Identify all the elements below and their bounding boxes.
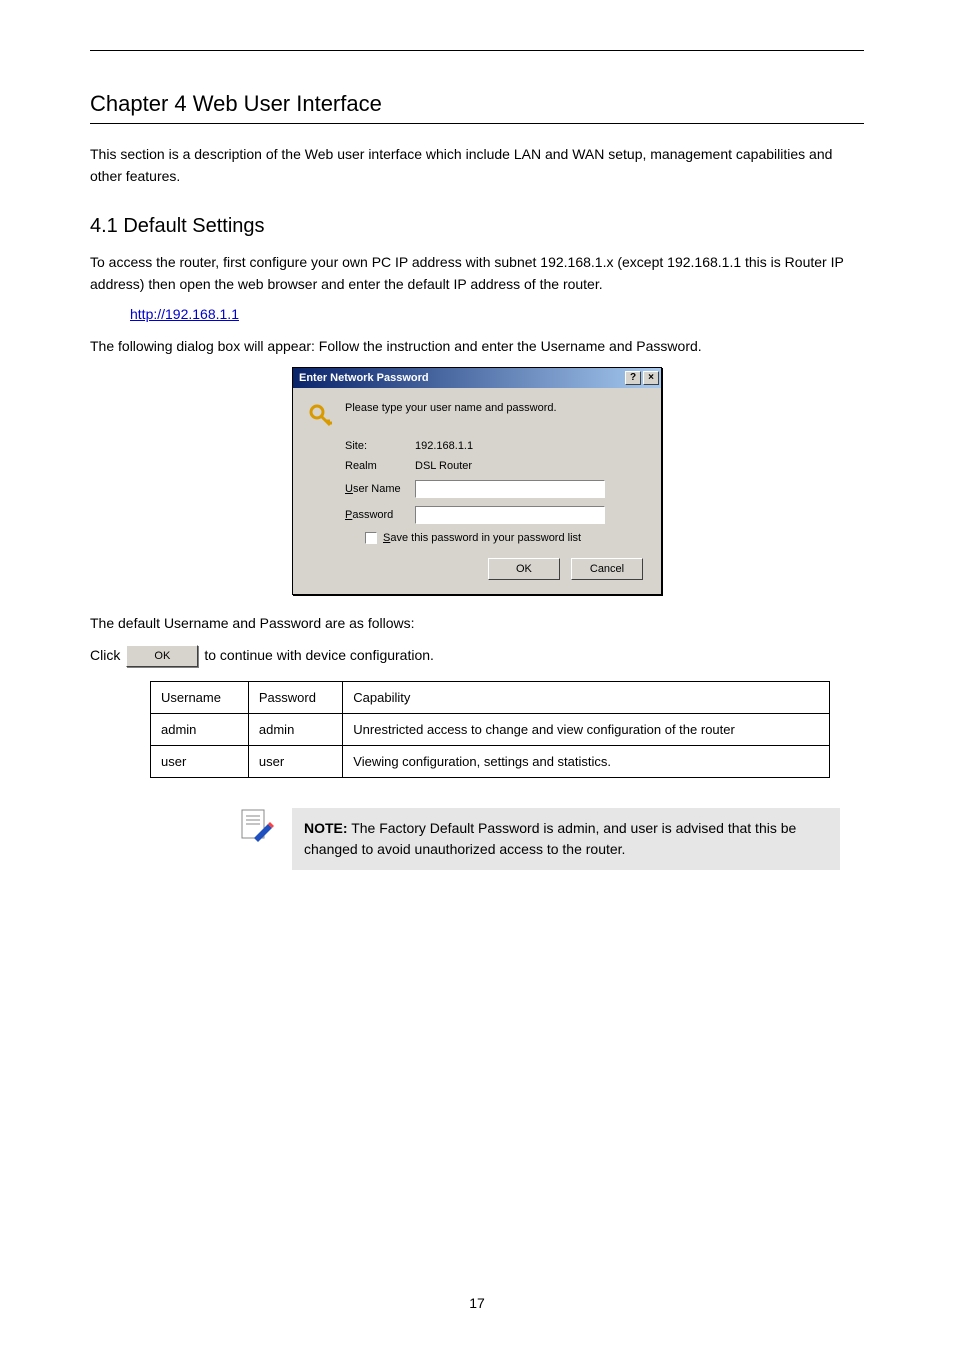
cell-capability: Viewing configuration, settings and stat…	[343, 746, 830, 778]
username-input[interactable]	[415, 480, 605, 498]
th-password: Password	[248, 682, 342, 714]
site-value: 192.168.1.1	[415, 440, 473, 452]
click-text: Click	[90, 645, 120, 667]
password-label: Password	[345, 509, 415, 521]
password-label-rest: assword	[352, 509, 393, 521]
cell-capability: Unrestricted access to change and view c…	[343, 714, 830, 746]
th-capability: Capability	[343, 682, 830, 714]
router-url-link[interactable]: http://192.168.1.1	[130, 306, 239, 322]
cell-password: user	[248, 746, 342, 778]
router-url: http://192.168.1.1	[130, 306, 864, 322]
note-block: NOTE: The Factory Default Password is ad…	[240, 808, 840, 870]
continue-text: to continue with device configuration.	[204, 645, 434, 667]
help-icon[interactable]: ?	[625, 371, 641, 385]
access-paragraph: To access the router, first configure yo…	[90, 252, 864, 295]
save-password-label: SSave this password in your password lis…	[383, 532, 581, 544]
password-input[interactable]	[415, 506, 605, 524]
cancel-button[interactable]: Cancel	[571, 558, 643, 580]
title-underline	[90, 123, 864, 124]
ok-button[interactable]: OK	[488, 558, 560, 580]
site-label: Site:	[345, 440, 415, 452]
page-number: 17	[0, 1295, 954, 1311]
dialog-titlebar: Enter Network Password ? ×	[293, 368, 661, 388]
cell-username: user	[151, 746, 249, 778]
table-header-row: Username Password Capability	[151, 682, 830, 714]
cell-password: admin	[248, 714, 342, 746]
subchapter-title: 4.1 Default Settings	[90, 215, 864, 238]
note-text: NOTE: The Factory Default Password is ad…	[292, 808, 840, 870]
inline-ok-button[interactable]: OK	[126, 645, 198, 667]
dialog-prompt: Please type your user name and password.	[345, 402, 557, 414]
username-label: User Name	[345, 483, 415, 495]
login-dialog: Enter Network Password ? × Please type y…	[292, 367, 662, 595]
note-body: The Factory Default Password is admin, a…	[304, 820, 796, 857]
table-row: admin admin Unrestricted access to chang…	[151, 714, 830, 746]
realm-label: Realm	[345, 460, 415, 472]
accounts-table: Username Password Capability admin admin…	[150, 681, 830, 778]
dialog-title-text: Enter Network Password	[299, 372, 623, 384]
close-icon[interactable]: ×	[643, 371, 659, 385]
dialog-lead-in: The following dialog box will appear: Fo…	[90, 336, 864, 358]
username-label-rest: ser Name	[353, 483, 401, 495]
top-rule	[90, 50, 864, 51]
th-username: Username	[151, 682, 249, 714]
cell-username: admin	[151, 714, 249, 746]
realm-value: DSL Router	[415, 460, 472, 472]
note-icon	[240, 808, 274, 842]
default-accounts-lead: The default Username and Password are as…	[90, 613, 864, 635]
table-row: user user Viewing configuration, setting…	[151, 746, 830, 778]
intro-paragraph: This section is a description of the Web…	[90, 144, 864, 187]
save-password-checkbox[interactable]	[365, 532, 377, 544]
chapter-title: Chapter 4 Web User Interface	[90, 91, 864, 117]
key-icon	[307, 402, 335, 430]
note-label: NOTE:	[304, 820, 348, 836]
